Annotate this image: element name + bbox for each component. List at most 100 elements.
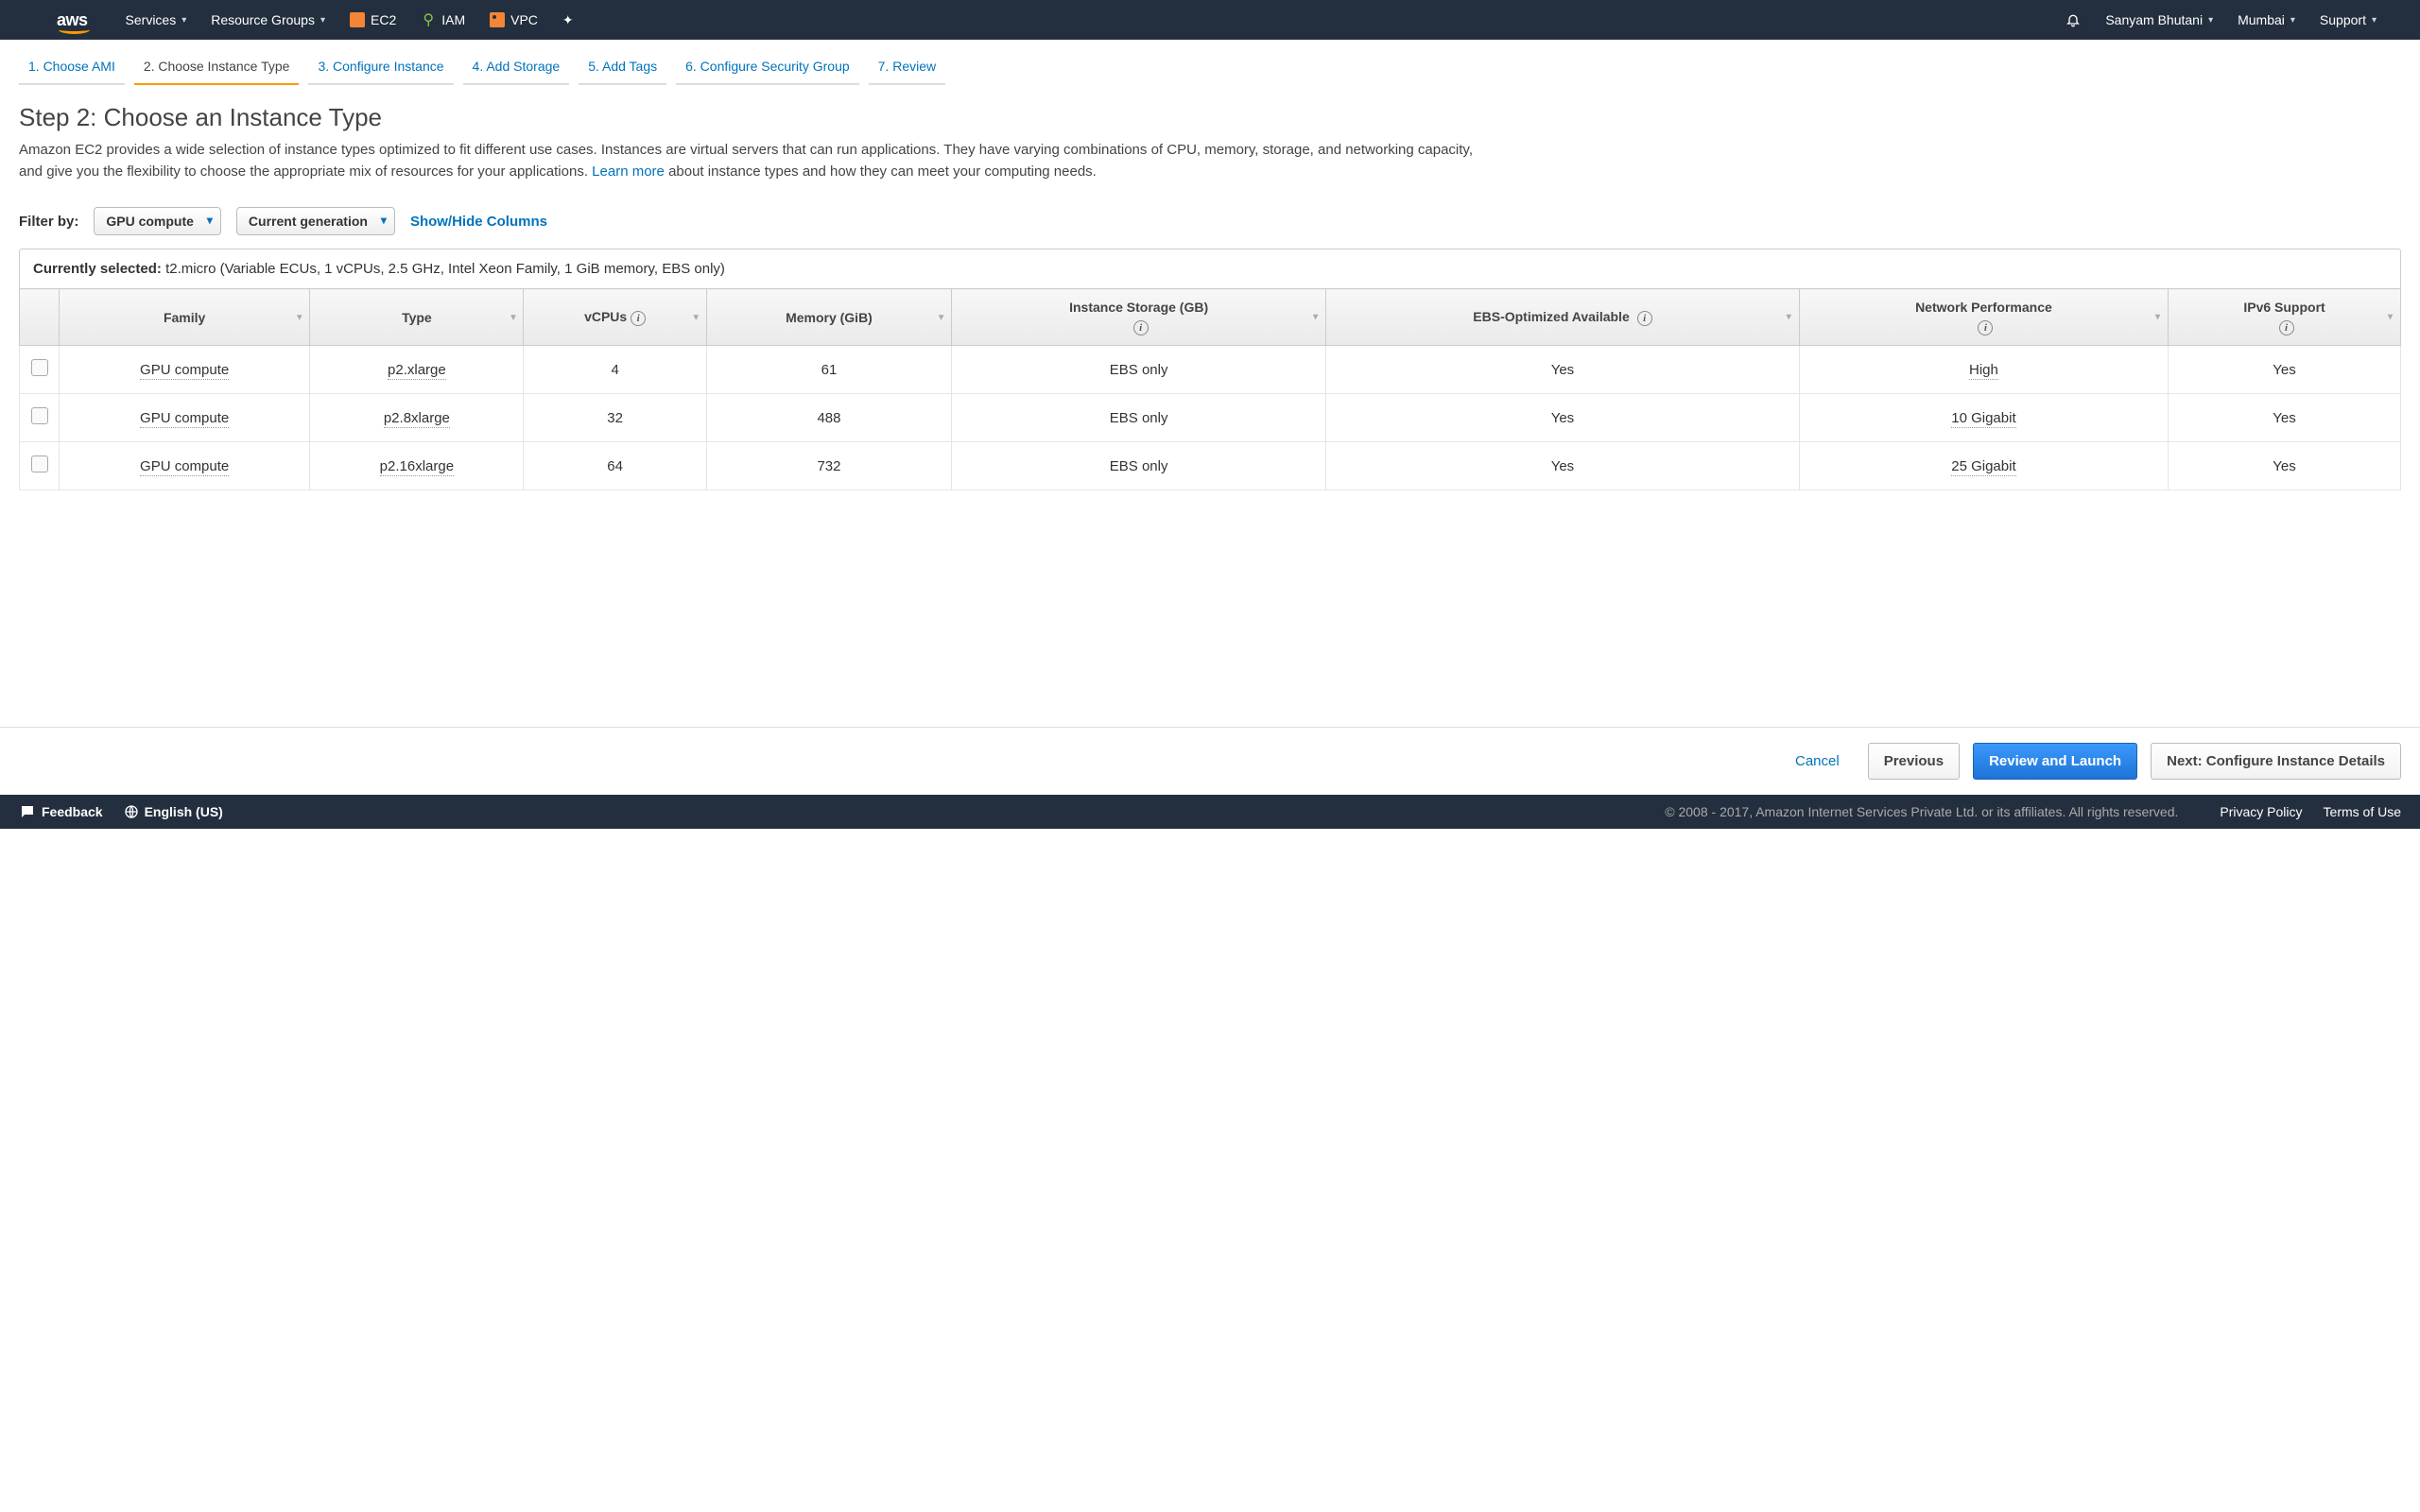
action-bar: Cancel Previous Review and Launch Next: … [0,727,2420,795]
next-button[interactable]: Next: Configure Instance Details [2151,743,2401,780]
col-ebs[interactable]: EBS-Optimized Available i ▾ [1326,289,1800,346]
sort-icon: ▾ [510,312,515,322]
col-ipv6[interactable]: IPv6 Supporti▾ [2169,289,2401,346]
cell-storage: EBS only [952,442,1326,490]
row-checkbox-cell [20,442,60,490]
instance-type-table: Family▾ Type▾ vCPUsi▾ Memory (GiB)▾ Inst… [19,288,2401,490]
caret-down-icon: ▾ [182,15,186,26]
previous-button[interactable]: Previous [1868,743,1960,780]
cell-family: GPU compute [60,394,310,442]
privacy-policy-link[interactable]: Privacy Policy [2220,804,2302,819]
col-memory[interactable]: Memory (GiB)▾ [706,289,951,346]
language-selector[interactable]: English (US) [124,804,223,819]
info-icon[interactable]: i [1978,320,1993,335]
nav-region-label: Mumbai [2238,12,2285,27]
terms-of-use-link[interactable]: Terms of Use [2324,804,2401,819]
cell-type: p2.xlarge [310,346,524,394]
wizard-tab-3[interactable]: 3. Configure Instance [308,51,453,85]
nav-resource-groups[interactable]: Resource Groups ▾ [211,12,325,27]
nav-resource-groups-label: Resource Groups [211,12,315,27]
col-family-label: Family [164,310,205,325]
col-network[interactable]: Network Performance i ▾ [1799,289,2168,346]
col-select [20,289,60,346]
col-family[interactable]: Family▾ [60,289,310,346]
info-icon[interactable]: i [1637,311,1652,326]
col-storage[interactable]: Instance Storage (GB) i ▾ [952,289,1326,346]
row-checkbox[interactable] [31,359,48,376]
copyright-text: © 2008 - 2017, Amazon Internet Services … [1665,804,2178,819]
cell-vcpus: 4 [524,346,706,394]
filter-family-dropdown[interactable]: GPU compute [94,207,221,235]
cell-network: 25 Gigabit [1799,442,2168,490]
pin-icon[interactable]: ✦ [562,12,574,28]
top-nav: aws Services▾ Resource Groups▾ EC2 ⚲IAM … [0,0,2420,40]
wizard-tab-2[interactable]: 2. Choose Instance Type [134,51,300,85]
sort-icon: ▾ [1787,311,1791,324]
col-vcpus[interactable]: vCPUsi▾ [524,289,706,346]
wizard-tab-6[interactable]: 6. Configure Security Group [676,51,859,85]
globe-icon [124,804,139,819]
bell-icon[interactable] [2066,12,2081,27]
cell-memory: 732 [706,442,951,490]
col-type-label: Type [402,310,432,325]
nav-support-label: Support [2320,12,2366,27]
shortcut-iam[interactable]: ⚲ IAM [421,12,465,27]
feedback-link[interactable]: Feedback [19,803,103,820]
nav-services[interactable]: Services▾ [126,12,187,27]
review-and-launch-button[interactable]: Review and Launch [1973,743,2137,780]
desc-after: about instance types and how they can me… [668,163,1097,180]
learn-more-link[interactable]: Learn more [592,163,665,180]
main-content: Step 2: Choose an Instance Type Amazon E… [0,86,2420,500]
cell-vcpus: 64 [524,442,706,490]
cell-ebs: Yes [1326,346,1800,394]
wizard-tab-7[interactable]: 7. Review [869,51,945,85]
cell-ipv6: Yes [2169,346,2401,394]
nav-region[interactable]: Mumbai ▾ [2238,12,2295,27]
table-row[interactable]: GPU computep2.16xlarge64732EBS onlyYes25… [20,442,2401,490]
shortcut-vpc[interactable]: VPC [490,12,538,27]
col-ipv6-label: IPv6 Support [2243,300,2325,315]
vpc-icon [490,12,505,27]
wizard-tab-4[interactable]: 4. Add Storage [463,51,570,85]
currently-selected-label: Currently selected: [33,261,162,277]
caret-down-icon: ▾ [2290,15,2295,26]
currently-selected-value: t2.micro (Variable ECUs, 1 vCPUs, 2.5 GH… [165,261,725,277]
info-icon[interactable]: i [2279,320,2294,335]
shortcut-ec2-label: EC2 [371,12,396,27]
info-icon[interactable]: i [1133,320,1149,335]
col-ebs-label: EBS-Optimized Available [1473,309,1629,324]
cancel-button[interactable]: Cancel [1780,744,1855,779]
shortcut-iam-label: IAM [441,12,465,27]
col-vcpus-label: vCPUs [584,309,627,324]
col-storage-label: Instance Storage (GB) [1069,300,1208,315]
info-icon[interactable]: i [631,311,646,326]
sort-icon: ▾ [2155,311,2160,324]
nav-support[interactable]: Support▾ [2320,12,2377,27]
show-hide-columns-link[interactable]: Show/Hide Columns [410,214,547,230]
col-memory-label: Memory (GiB) [786,310,873,325]
page-description: Amazon EC2 provides a wide selection of … [19,140,1484,182]
col-type[interactable]: Type ▾ [310,289,524,346]
col-network-label: Network Performance [1915,300,2052,315]
filter-generation-dropdown[interactable]: Current generation [236,207,395,235]
currently-selected-bar: Currently selected: t2.micro (Variable E… [19,249,2401,288]
iam-icon: ⚲ [421,12,436,27]
sort-icon: ▾ [1313,311,1318,324]
row-checkbox[interactable] [31,407,48,424]
aws-logo[interactable]: aws [57,10,88,30]
row-checkbox[interactable] [31,455,48,472]
wizard-tab-5[interactable]: 5. Add Tags [579,51,666,85]
caret-down-icon: ▾ [320,15,325,26]
cell-memory: 488 [706,394,951,442]
shortcut-ec2[interactable]: EC2 [350,12,396,27]
cell-storage: EBS only [952,346,1326,394]
wizard-tab-1[interactable]: 1. Choose AMI [19,51,125,85]
cell-ipv6: Yes [2169,394,2401,442]
cell-storage: EBS only [952,394,1326,442]
cell-ipv6: Yes [2169,442,2401,490]
nav-user[interactable]: Sanyam Bhutani▾ [2105,12,2213,27]
table-row[interactable]: GPU computep2.xlarge461EBS onlyYesHighYe… [20,346,2401,394]
cell-ebs: Yes [1326,442,1800,490]
table-row[interactable]: GPU computep2.8xlarge32488EBS onlyYes10 … [20,394,2401,442]
page-title: Step 2: Choose an Instance Type [19,103,2401,132]
